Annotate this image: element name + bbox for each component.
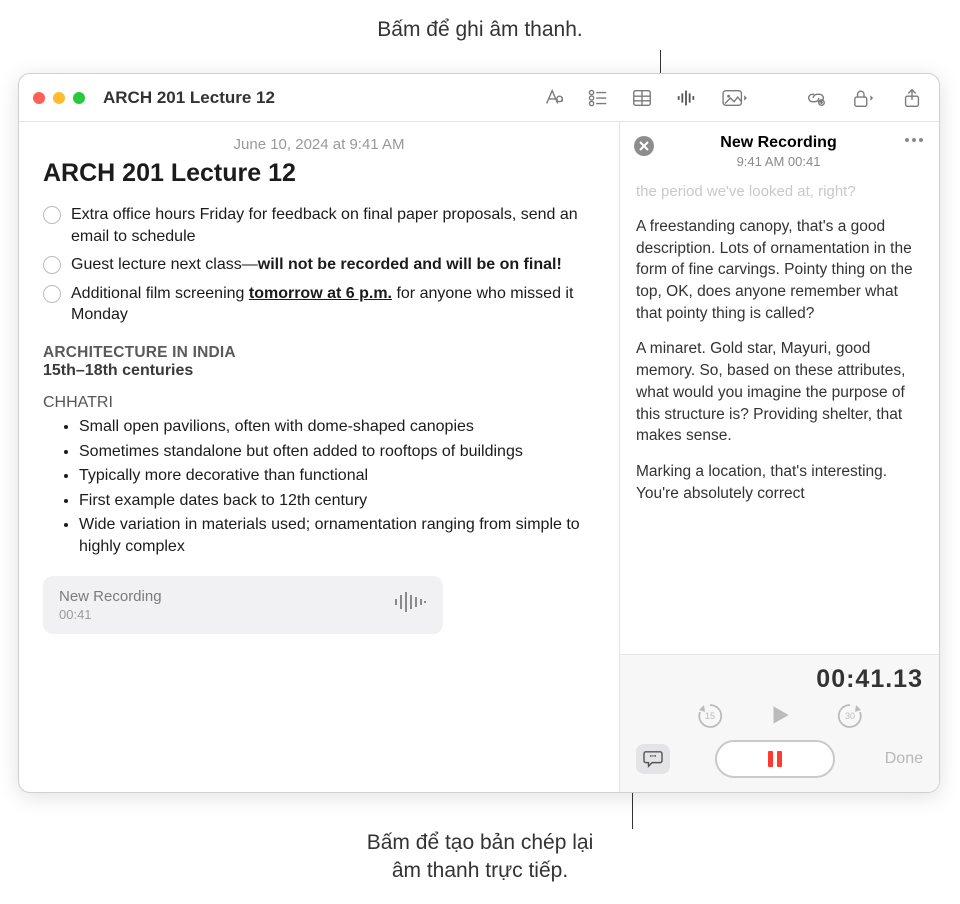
checklist-item[interactable]: Guest lecture next class—will not be rec… [43,254,595,276]
section-heading: ARCHITECTURE IN INDIA [43,344,595,362]
ellipsis-icon [904,136,924,144]
callout-bottom-line [632,787,633,829]
skip-forward-icon: 30 [835,700,865,730]
format-text-icon [543,87,565,109]
recording-card-duration: 00:41 [59,607,162,622]
svg-text:30: 30 [844,711,854,721]
play-button[interactable] [767,702,793,728]
transcript-paragraph: Marking a location, that's interesting. … [636,461,923,504]
titlebar: ARCH 201 Lecture 12 [19,74,939,122]
skip-forward-button[interactable]: 30 [835,700,865,730]
note-date: June 10, 2024 at 9:41 AM [43,136,595,153]
window-controls [33,92,85,104]
checklist-item[interactable]: Additional film screening tomorrow at 6 … [43,283,595,326]
link-button[interactable] [803,85,829,111]
close-recording-button[interactable] [634,136,654,156]
checklist: Extra office hours Friday for feedback o… [43,204,595,326]
list-item: Typically more decorative than functiona… [79,465,595,487]
minimize-window-button[interactable] [53,92,65,104]
table-button[interactable] [629,85,655,111]
window-title: ARCH 201 Lecture 12 [103,88,275,108]
app-window: ARCH 201 Lecture 12 [18,73,940,793]
lock-icon [850,87,878,109]
more-options-button[interactable] [903,136,925,144]
list-item: Sometimes standalone but often added to … [79,441,595,463]
recording-panel: New Recording 9:41 AM 00:41 the period w… [619,122,939,792]
audio-wave-icon [393,589,427,620]
recording-subtitle: 9:41 AM 00:41 [662,154,895,169]
format-button[interactable] [541,85,567,111]
close-icon [639,141,649,151]
media-icon [720,87,750,109]
list-item: Small open pavilions, often with dome-sh… [79,416,595,438]
callout-top-label: Bấm để ghi âm thanh. [0,18,960,42]
speech-bubble-icon: "" [643,750,663,768]
note-title: ARCH 201 Lecture 12 [43,159,595,188]
note-body[interactable]: June 10, 2024 at 9:41 AM ARCH 201 Lectur… [19,122,619,792]
recording-attachment[interactable]: New Recording 00:41 [43,576,443,634]
subsection-heading: CHHATRI [43,394,595,412]
skip-back-button[interactable]: 15 [695,700,725,730]
checklist-button[interactable] [585,85,611,111]
playback-timer: 00:41.13 [636,665,923,694]
checklist-item[interactable]: Extra office hours Friday for feedback o… [43,204,595,247]
transcript-paragraph: A freestanding canopy, that's a good des… [636,216,923,324]
callout-bottom-label: Bấm để tạo bản chép lại âm thanh trực ti… [0,829,960,884]
checkbox-unchecked-icon[interactable] [43,206,61,224]
zoom-window-button[interactable] [73,92,85,104]
transcript-area[interactable]: the period we've looked at, right? A fre… [620,175,939,654]
share-button[interactable] [899,85,925,111]
record-audio-button[interactable] [673,85,699,111]
audio-wave-icon [675,87,697,109]
pause-icon [768,751,782,767]
table-icon [631,87,653,109]
transcribe-button[interactable]: "" [636,744,670,774]
svg-text:"": "" [650,753,657,762]
play-icon [767,702,793,728]
close-window-button[interactable] [33,92,45,104]
checkbox-unchecked-icon[interactable] [43,285,61,303]
pause-recording-button[interactable] [715,740,835,778]
section-subheading: 15th–18th centuries [43,362,595,380]
transcript-paragraph: A minaret. Gold star, Mayuri, good memor… [636,338,923,446]
done-button[interactable]: Done [879,750,923,768]
checklist-icon [587,87,609,109]
toolbar [541,85,925,111]
recording-card-title: New Recording [59,588,162,605]
list-item: Wide variation in materials used; orname… [79,514,595,557]
playback-controls: 00:41.13 15 30 "" [620,654,939,792]
media-button[interactable] [717,85,753,111]
list-item: First example dates back to 12th century [79,490,595,512]
lock-button[interactable] [847,85,881,111]
transcript-faded-line: the period we've looked at, right? [636,181,923,202]
skip-back-icon: 15 [695,700,725,730]
svg-text:15: 15 [704,711,714,721]
share-icon [901,87,923,109]
link-icon [805,87,827,109]
recording-title: New Recording [662,134,895,152]
checkbox-unchecked-icon[interactable] [43,256,61,274]
bullet-list: Small open pavilions, often with dome-sh… [43,416,595,558]
